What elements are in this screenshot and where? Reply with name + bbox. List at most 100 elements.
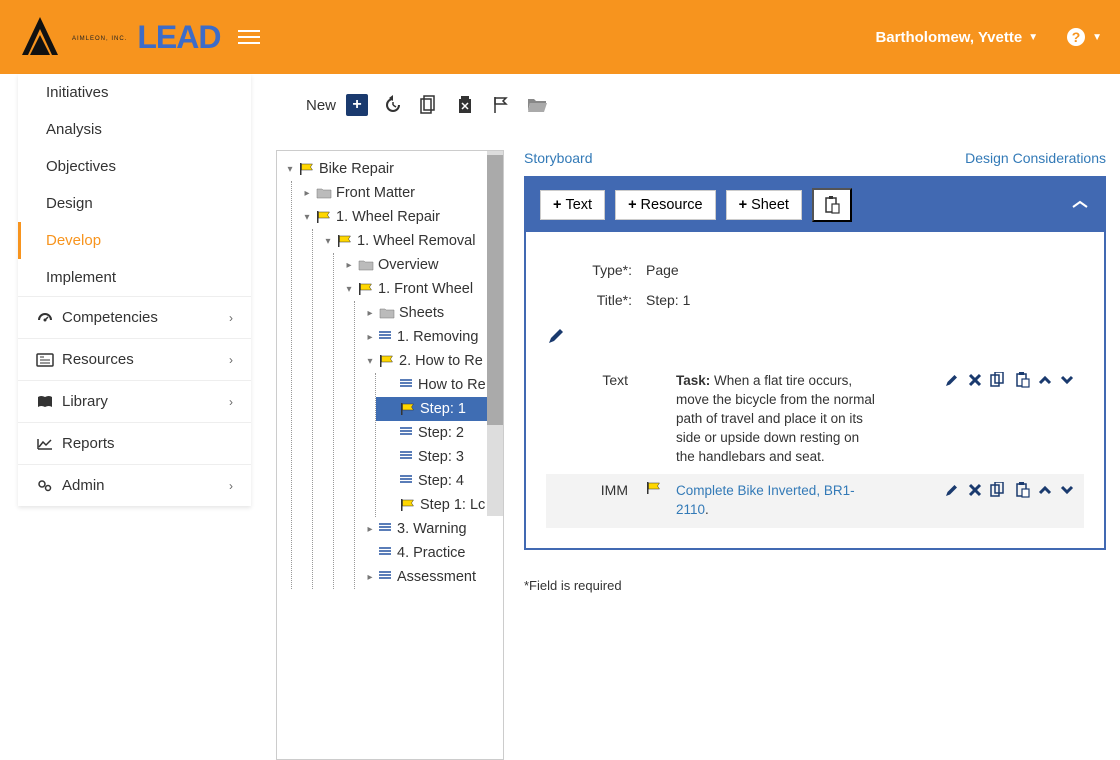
move-up-icon[interactable] [1038,485,1052,495]
field-title: Title*: Step: 1 [546,292,1084,308]
nav-analysis[interactable]: Analysis [18,111,251,148]
tab-storyboard[interactable]: Storyboard [524,150,592,166]
nav-competencies[interactable]: Competencies › [18,296,251,338]
nav-design[interactable]: Design [18,185,251,222]
cb-text-label: Text [546,372,646,388]
paste-button[interactable] [812,188,852,222]
move-down-icon[interactable] [1060,485,1074,495]
tree-toggle-icon[interactable]: ▸ [302,188,312,199]
add-text-button[interactable]: +Text [540,190,605,220]
copy-icon[interactable] [990,482,1008,498]
type-label: Type*: [546,262,646,278]
required-footnote: *Field is required [524,578,1106,593]
content-block-text: Text Task: When a flat tire occurs, move… [546,364,1084,474]
tree-node-howto[interactable]: ▾ 2. How to Re [355,349,499,373]
book-icon [36,395,54,409]
cb-text-actions [944,372,1084,388]
tree-toggle-icon[interactable]: ▾ [285,164,295,175]
paste-icon[interactable] [1016,372,1030,388]
tree-toggle-icon[interactable]: ▾ [302,212,312,223]
tree-toggle-icon[interactable]: ▸ [365,332,375,343]
chevron-right-icon: › [229,395,233,409]
tree-node-step1[interactable]: Step: 1 [376,397,499,421]
tree-node-step2[interactable]: Step: 2 [376,421,499,445]
tree-node-front-wheel[interactable]: ▾ 1. Front Wheel [334,277,499,301]
tree-toggle-icon[interactable]: ▾ [365,356,375,367]
open-folder-button[interactable] [526,94,548,116]
tree-node-front-matter[interactable]: ▸ Front Matter [292,181,499,205]
brand-text: AIMLEON, INC. [72,36,127,38]
tree-toggle-icon[interactable]: ▾ [323,236,333,247]
document-icon [400,451,414,463]
edit-icon[interactable] [944,372,960,388]
nav-implement[interactable]: Implement [18,259,251,296]
tree-toggle-icon[interactable]: ▸ [365,308,375,319]
tree-node-root[interactable]: ▾ Bike Repair [281,157,499,181]
tree-node-practice[interactable]: 4. Practice [355,541,499,565]
tree-node-step4[interactable]: Step: 4 [376,469,499,493]
brand-sub: AIMLEON, INC. [72,36,127,42]
tree-scrollbar[interactable] [487,151,503,516]
tree-node-assessment[interactable]: ▸ Assessment [355,565,499,589]
edit-icon[interactable] [944,482,960,498]
move-down-icon[interactable] [1060,375,1074,385]
nav-admin[interactable]: Admin › [18,464,251,506]
tree-toggle-icon[interactable]: ▸ [365,524,375,535]
imm-link[interactable]: Complete Bike Inverted, BR1-2110 [676,483,855,517]
delete-icon[interactable] [968,483,982,497]
chevron-right-icon: › [229,479,233,493]
cb-imm-flag [646,482,676,494]
move-up-icon[interactable] [1038,375,1052,385]
help-menu[interactable]: ? ▼ [1066,27,1102,47]
nav-objectives[interactable]: Objectives [18,148,251,185]
menu-toggle-button[interactable] [238,26,260,48]
tabs-row: Storyboard Design Considerations [524,150,1106,166]
tree-toggle-icon[interactable]: ▾ [344,284,354,295]
flag-icon [316,211,332,223]
tree-toggle-icon[interactable]: ▸ [365,572,375,583]
edit-title-button[interactable] [546,326,1084,346]
new-button[interactable]: + [346,94,368,116]
flag-icon [337,235,353,247]
history-button[interactable] [382,94,404,116]
add-resource-button[interactable]: +Resource [615,190,716,220]
delete-icon[interactable] [968,373,982,387]
copy-icon[interactable] [990,372,1008,388]
nav-library[interactable]: Library › [18,380,251,422]
caret-down-icon: ▼ [1092,32,1102,43]
nav-initiatives[interactable]: Initiatives [18,74,251,111]
user-menu[interactable]: Bartholomew, Yvette ▼ [875,29,1038,46]
main-area: New + ▾ Bike Repair ▸ [276,90,1106,760]
nav-develop[interactable]: Develop [18,222,251,259]
tree-node-sheets[interactable]: ▸ Sheets [355,301,499,325]
tree-node-wheel-repair[interactable]: ▾ 1. Wheel Repair [292,205,499,229]
copy-button[interactable] [418,94,440,116]
nav-resources[interactable]: Resources › [18,338,251,380]
nav-reports[interactable]: Reports [18,422,251,464]
right-panel: Storyboard Design Considerations +Text +… [524,150,1106,760]
collapse-panel-button[interactable] [1070,199,1090,211]
tree-node-step3[interactable]: Step: 3 [376,445,499,469]
document-icon [400,379,414,391]
tree-node-wheel-removal[interactable]: ▾ 1. Wheel Removal [313,229,499,253]
sidebar: Initiatives Analysis Objectives Design D… [18,74,251,506]
paste-icon[interactable] [1016,482,1030,498]
tree-node-removing[interactable]: ▸ 1. Removing [355,325,499,349]
flag-button[interactable] [490,94,512,116]
newspaper-icon [36,353,54,367]
tree-node-step1lc[interactable]: Step 1: Lc [376,493,499,517]
chevron-right-icon: › [229,311,233,325]
delete-button[interactable] [454,94,476,116]
user-name: Bartholomew, Yvette [875,29,1022,46]
title-value: Step: 1 [646,292,1084,308]
header-right: Bartholomew, Yvette ▼ ? ▼ [875,27,1102,47]
tree-toggle-icon[interactable]: ▸ [344,260,354,271]
tree-node-warning[interactable]: ▸ 3. Warning [355,517,499,541]
gears-icon [36,479,54,493]
document-icon [379,331,393,343]
tree-node-overview[interactable]: ▸ Overview [334,253,499,277]
tab-design-considerations[interactable]: Design Considerations [965,150,1106,166]
add-sheet-button[interactable]: +Sheet [726,190,802,220]
tree-node-howto-child[interactable]: How to Re [376,373,499,397]
logo-group: AIMLEON, INC. LEAD [18,15,220,59]
